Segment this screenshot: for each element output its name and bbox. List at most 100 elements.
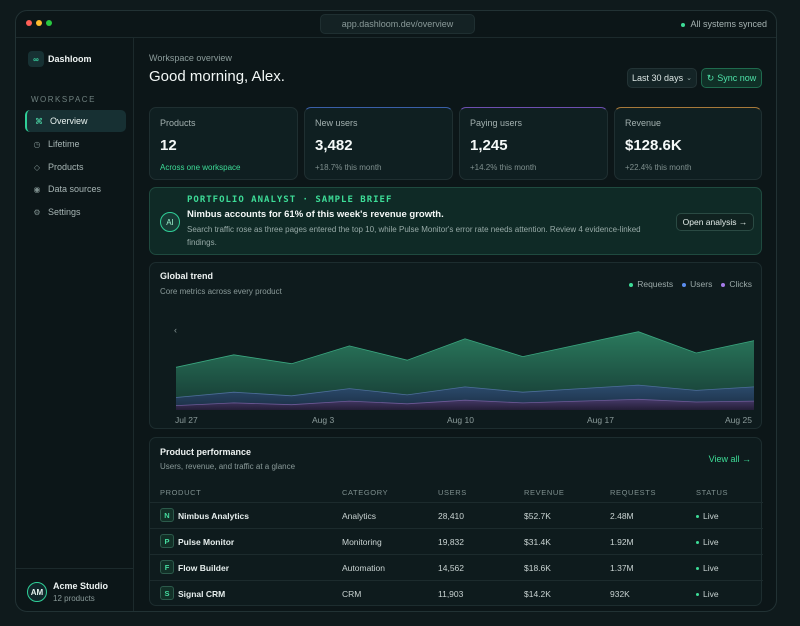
product-revenue: $18.6K [524,563,551,573]
column-header-category[interactable]: CATEGORY [342,488,388,497]
sidebar-item-label: Data sources [48,184,102,194]
title-bar: app.dashloom.dev/overview All systems sy… [16,11,776,38]
column-header-status[interactable]: STATUS [696,488,728,497]
product-category: Automation [342,563,385,573]
product-badge: F [160,560,174,574]
analyst-brief: AI PORTFOLIO ANALYST · SAMPLE BRIEF Nimb… [149,187,762,255]
product-name: Signal CRM [178,589,226,599]
view-all-link[interactable]: View all → [709,454,751,464]
product-badge: P [160,534,174,548]
avatar: AM [27,582,47,602]
product-category: Monitoring [342,537,382,547]
sidebar-item-data-sources[interactable]: ◉ Data sources [25,178,126,200]
date-range-label: Last 30 days [632,73,684,83]
product-performance-table: Product performance Users, revenue, and … [149,437,763,606]
product-revenue: $14.2K [524,589,551,599]
sidebar-item-lifetime[interactable]: ◷ Lifetime [25,133,126,155]
brief-body: Search traffic rose as three pages enter… [187,225,641,247]
status-dot-icon [696,541,699,545]
sidebar-item-overview[interactable]: ⌘ Overview [25,110,126,132]
status-label: Live [703,563,719,573]
chevron-down-icon: ⌄ [686,75,692,82]
ai-badge: AI [160,212,180,232]
product-name: Flow Builder [178,563,229,573]
table-row[interactable]: F Flow Builder Automation 14,562 $18.6K … [150,554,763,580]
sidebar-item-products[interactable]: ◇ Products [25,156,126,178]
x-tick-label: Aug 3 [312,415,335,425]
stat-card-products[interactable]: Products 12 Across one workspace [149,107,298,180]
product-revenue: $52.7K [524,511,551,521]
stat-label: Paying users [470,118,523,128]
product-name: Nimbus Analytics [178,511,250,521]
x-tick-label: Aug 25 [725,415,752,425]
command-icon: ⌘ [35,116,43,126]
sync-status-label: All systems synced [690,19,767,29]
sync-now-label: Sync now [717,73,757,83]
stat-card-paying-users[interactable]: Paying users 1,245 +14.2% this month [459,107,608,180]
product-category: Analytics [342,511,377,521]
column-header-users[interactable]: USERS [438,488,467,497]
sidebar-item-label: Overview [50,116,88,126]
sidebar-section-label: WORKSPACE [31,95,96,104]
database-icon: ◉ [33,184,41,194]
stat-label: Products [160,118,196,128]
brief-headline: Nimbus accounts for 61% of this week's r… [187,209,444,220]
page-eyebrow: Workspace overview [149,53,232,63]
sidebar-item-label: Settings [48,207,81,217]
stat-card-revenue[interactable]: Revenue $128.6K +22.4% this month [614,107,762,180]
brand-name: Dashloom [48,54,92,64]
stat-value: $128.6K [625,137,682,154]
app-window: app.dashloom.dev/overview All systems sy… [15,10,777,612]
sidebar: ∞ Dashloom WORKSPACE ⌘ Overview ◷ Lifeti… [16,38,134,611]
product-requests: 932K [610,589,630,599]
minimize-window-button[interactable] [36,20,42,26]
table-row[interactable]: P Pulse Monitor Monitoring 19,832 $31.4K… [150,528,763,554]
date-range-select[interactable]: Last 30 days ⌄ [627,68,697,88]
status-label: Live [703,589,719,599]
product-revenue: $31.4K [524,537,551,547]
chart-collapse-arrow[interactable]: ‹ [174,325,177,335]
account-switcher[interactable]: AM Acme Studio 12 products [16,568,134,603]
brand[interactable]: ∞ Dashloom [28,50,92,68]
x-tick-label: Jul 27 [175,415,198,425]
stat-label: Revenue [625,118,662,128]
open-analysis-button[interactable]: Open analysis → [676,213,754,231]
page-title: Good morning, Alex. [149,68,285,85]
x-tick-label: Aug 17 [587,415,614,425]
brief-kicker: PORTFOLIO ANALYST · SAMPLE BRIEF [187,195,393,205]
maximize-window-button[interactable] [46,20,52,26]
account-name: Acme Studio [53,581,109,591]
table-row[interactable]: N Nimbus Analytics Analytics 28,410 $52.… [150,502,763,528]
stat-subtext: Across one workspace [160,163,241,172]
status-badge: Live [696,589,719,599]
stat-subtext: +14.2% this month [470,163,537,172]
status-dot-icon [696,593,699,597]
status-badge: Live [696,563,719,573]
global-trend-chart: Global trend Core metrics across every p… [149,262,762,429]
status-dot-icon [681,22,686,27]
column-header-requests[interactable]: REQUESTS [610,488,656,497]
stat-subtext: +22.4% this month [625,163,692,172]
address-bar[interactable]: app.dashloom.dev/overview [320,14,475,34]
table-row[interactable]: S Signal CRM CRM 11,903 $14.2K 932K Live [150,580,763,606]
stat-value: 3,482 [315,137,353,154]
product-users: 11,903 [438,589,464,599]
status-badge: Live [696,537,719,547]
product-users: 19,832 [438,537,464,547]
stat-value: 12 [160,137,177,154]
column-header-revenue[interactable]: REVENUE [524,488,564,497]
sidebar-item-settings[interactable]: ⚙ Settings [25,201,126,223]
sidebar-item-label: Lifetime [48,139,80,149]
table-subtitle: Users, revenue, and traffic at a glance [160,462,296,471]
product-badge: N [160,508,174,522]
close-window-button[interactable] [26,20,32,26]
sync-now-button[interactable]: ↻ Sync now [701,68,762,88]
column-header-product[interactable]: PRODUCT [160,488,201,497]
account-product-count: 12 products [53,594,95,603]
logo-icon: ∞ [28,51,44,67]
sidebar-item-label: Products [48,162,84,172]
product-users: 28,410 [438,511,464,521]
product-requests: 1.37M [610,563,634,573]
product-category: CRM [342,589,362,599]
stat-card-new-users[interactable]: New users 3,482 +18.7% this month [304,107,453,180]
